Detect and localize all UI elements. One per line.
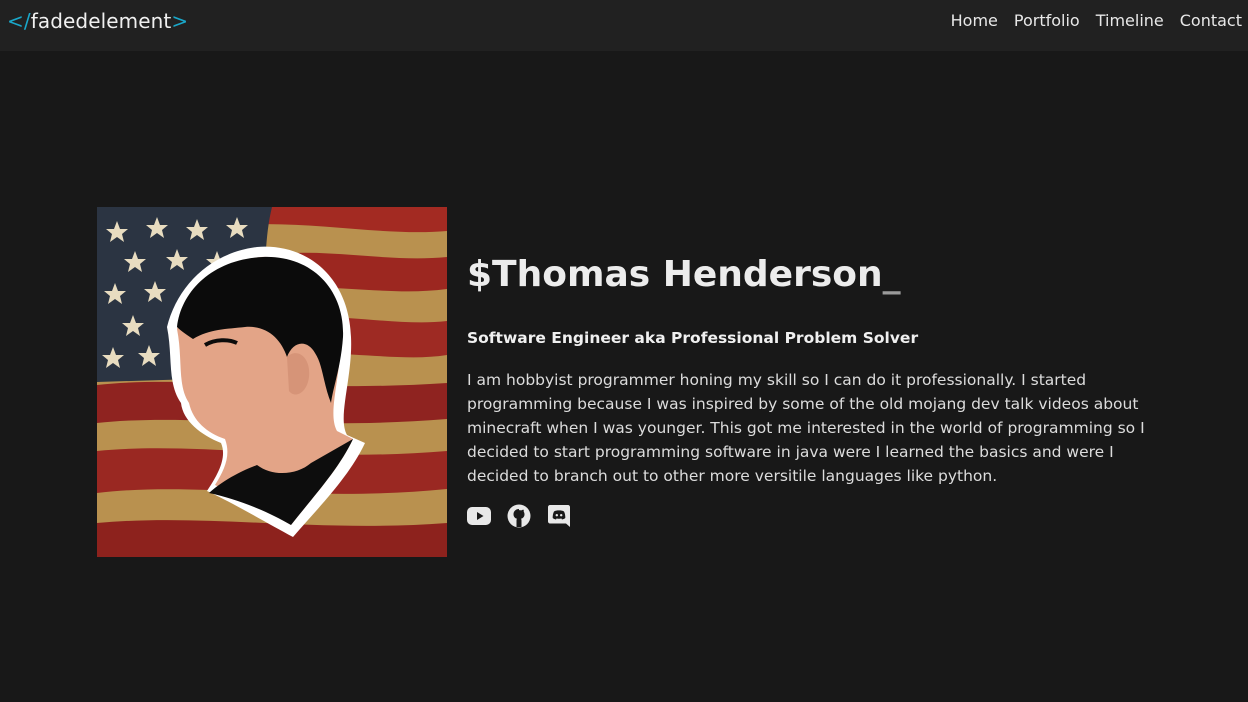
profile-avatar (97, 207, 447, 557)
profile-subtitle: Software Engineer aka Professional Probl… (467, 329, 919, 347)
github-icon[interactable] (507, 504, 531, 528)
nav-link-home[interactable]: Home (951, 11, 998, 31)
social-links (467, 504, 1157, 528)
brand-name: fadedelement (30, 9, 172, 33)
nav-link-contact[interactable]: Contact (1180, 11, 1242, 31)
profile-content: $Thomas Henderson_ Software Engineer aka… (467, 252, 1157, 528)
brand-close-bracket: > (171, 9, 189, 33)
youtube-icon[interactable] (467, 504, 491, 528)
navbar: </fadedelement> Home Portfolio Timeline … (0, 0, 1248, 51)
brand-logo[interactable]: </fadedelement> (7, 8, 188, 34)
nav-link-timeline[interactable]: Timeline (1096, 11, 1164, 31)
profile-bio: I am hobbyist programmer honing my skill… (467, 371, 1145, 485)
nav-links: Home Portfolio Timeline Contact (935, 11, 1242, 31)
typing-cursor: _ (882, 254, 901, 295)
discord-icon[interactable] (547, 504, 571, 528)
profile-name: $Thomas Henderson_ (467, 252, 1157, 298)
profile-name-text: $Thomas Henderson (467, 254, 883, 295)
brand-open-bracket: </ (7, 9, 31, 33)
nav-link-portfolio[interactable]: Portfolio (1014, 11, 1080, 31)
